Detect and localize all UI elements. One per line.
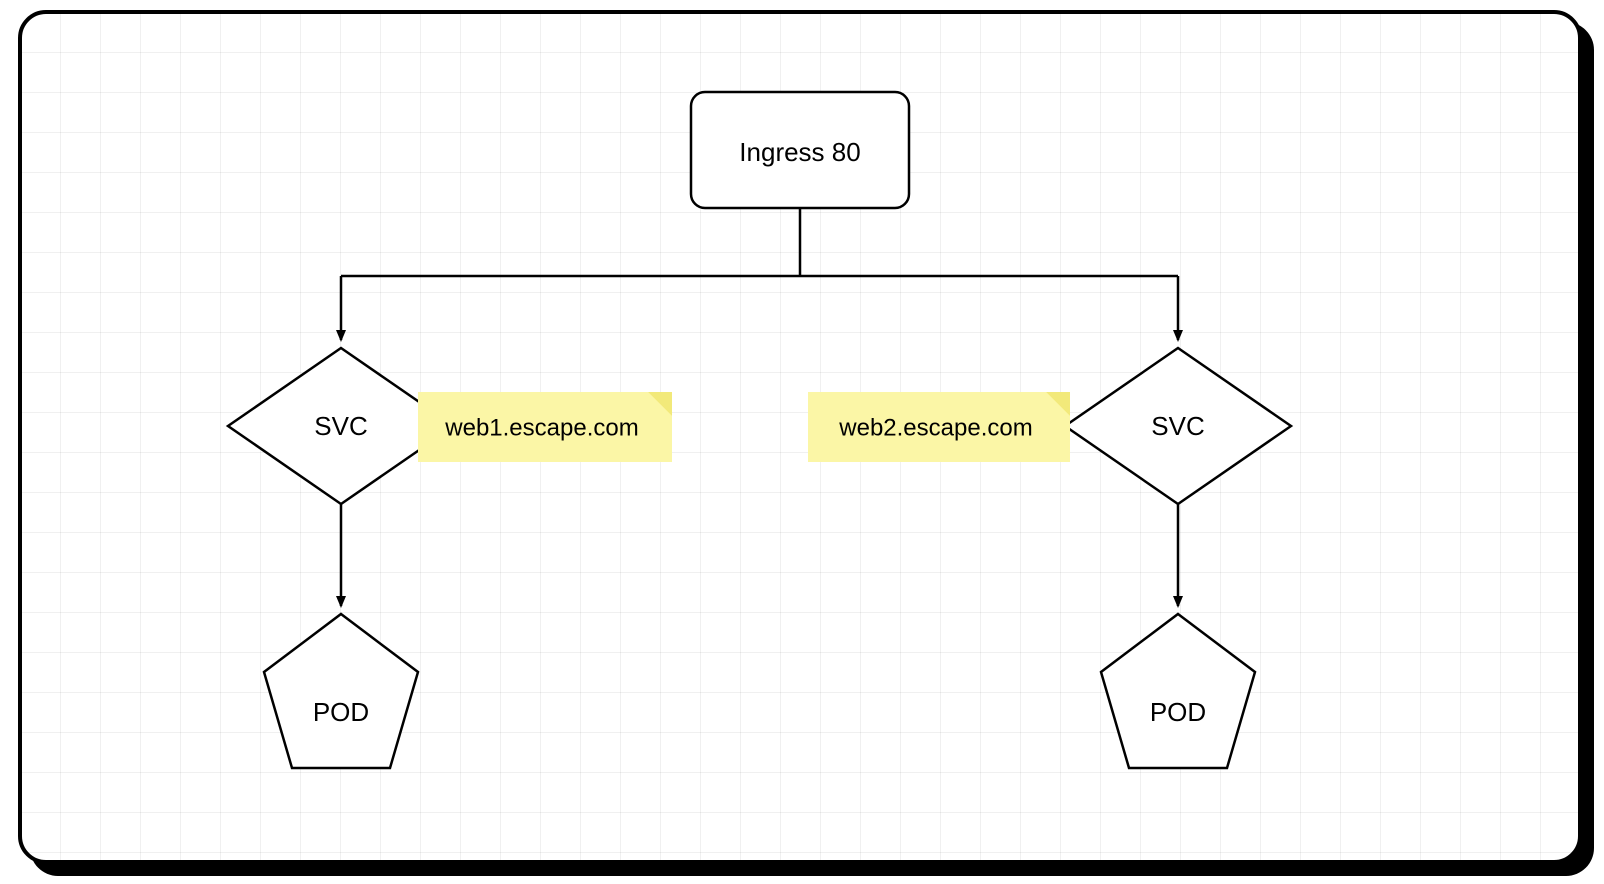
svc-right-node: SVC	[1065, 348, 1291, 504]
pod-left-node: POD	[264, 614, 418, 768]
pod-right-label: POD	[1150, 697, 1206, 727]
diagram-canvas: Ingress 80 SVC SVC web1.escape.com	[18, 10, 1582, 864]
ingress-to-svcs-connector	[341, 208, 1178, 340]
svc-right-label: SVC	[1151, 411, 1204, 441]
ingress-node: Ingress 80	[691, 92, 909, 208]
host-left-label: web1.escape.com	[444, 414, 638, 441]
pod-right-node: POD	[1101, 614, 1255, 768]
host-right-label: web2.escape.com	[838, 414, 1032, 441]
host-right-note: web2.escape.com	[808, 392, 1070, 462]
ingress-label: Ingress 80	[739, 137, 860, 167]
svc-left-label: SVC	[314, 411, 367, 441]
host-left-note: web1.escape.com	[418, 392, 672, 462]
pod-left-label: POD	[313, 697, 369, 727]
